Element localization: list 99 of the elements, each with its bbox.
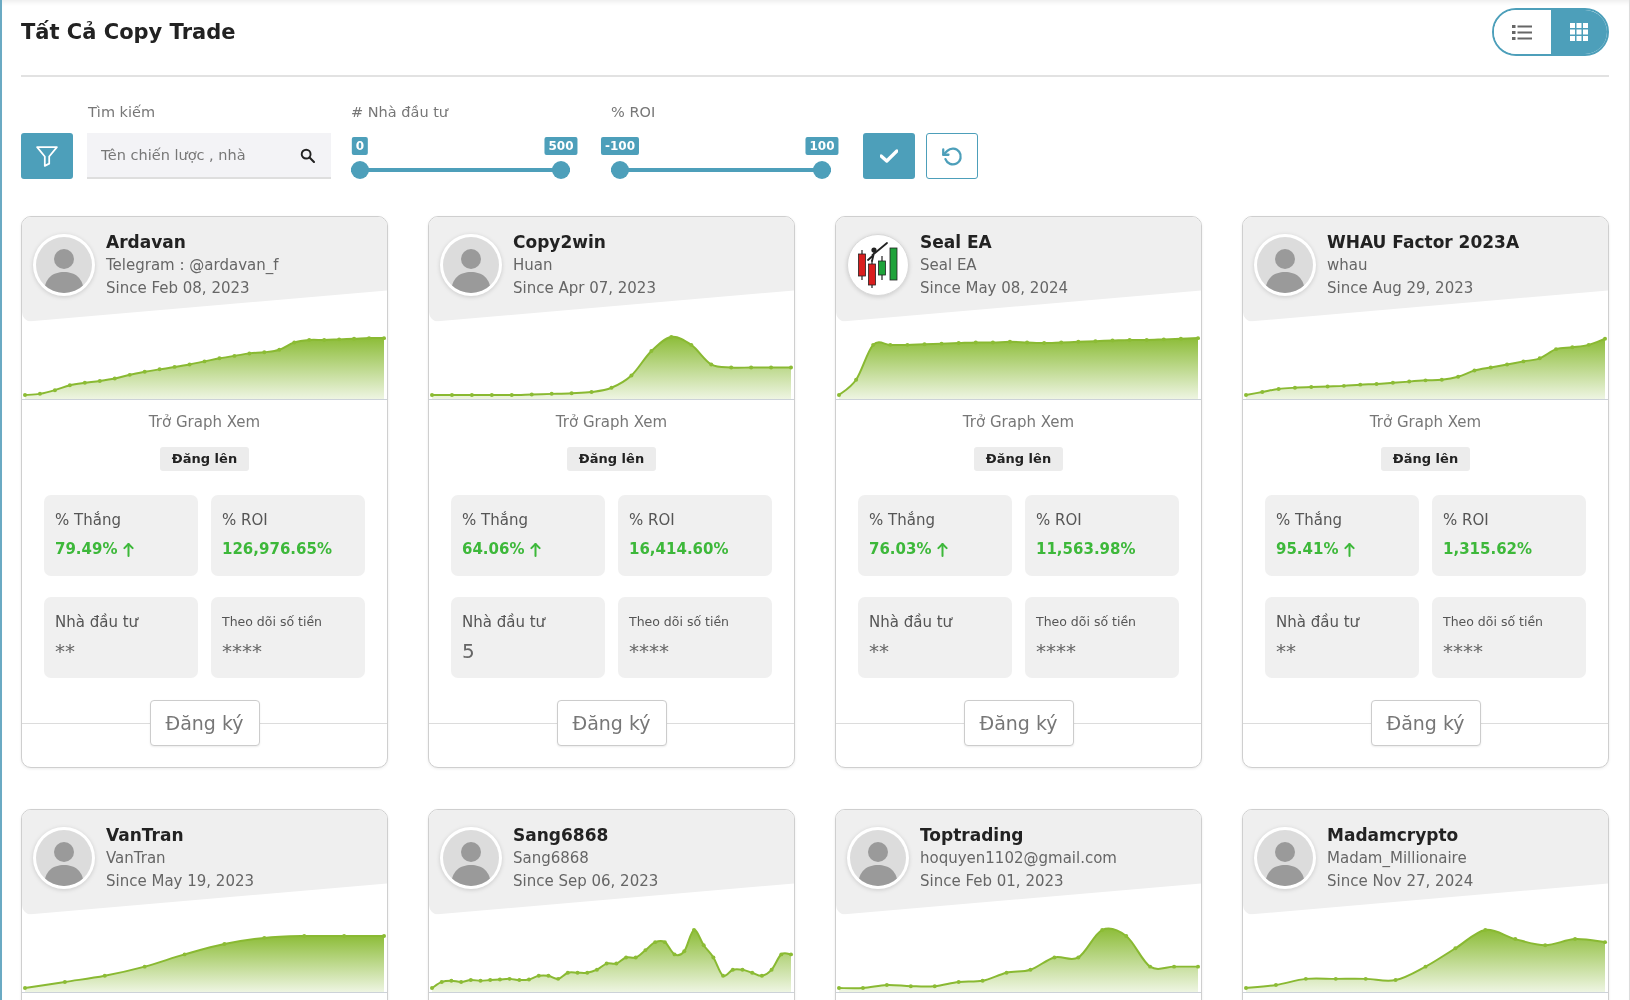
slider-min-value: -100: [601, 137, 639, 155]
trader-handle: Madam_Millionaire: [1327, 848, 1468, 869]
trader-handle: Sang6868: [513, 848, 590, 869]
trader-handle: Huan: [513, 255, 554, 276]
since-date: Since Apr 07, 2023: [513, 278, 656, 299]
stat-label: Nhà đầu tư: [1276, 612, 1360, 633]
subscribe-button[interactable]: Đăng ký: [1370, 700, 1481, 746]
posted-badge: Đăng lên: [566, 447, 657, 471]
user-avatar-icon: [33, 234, 95, 296]
strategy-name: VanTran: [106, 824, 185, 847]
posted-badge: Đăng lên: [1380, 447, 1471, 471]
slider-handle[interactable]: [351, 161, 369, 179]
apply-button[interactable]: [863, 133, 915, 179]
check-icon: [880, 149, 898, 163]
strategy-name: WHAU Factor 2023A: [1327, 231, 1520, 254]
stat-label: Theo dõi số tiền: [222, 613, 323, 631]
slider-max-value: 100: [805, 137, 839, 155]
since-date: Since Aug 29, 2023: [1327, 278, 1475, 299]
graph-caption: Trở Graph Xem: [962, 412, 1075, 433]
subscribe-button[interactable]: Đăng ký: [149, 700, 260, 746]
graph-caption: Trở Graph Xem: [1369, 412, 1482, 433]
subscribe-button[interactable]: Đăng ký: [963, 700, 1074, 746]
stat-value: 79.49%: [55, 540, 118, 558]
user-avatar-icon: [847, 827, 909, 889]
reset-icon: [941, 145, 963, 167]
user-avatar-icon: [440, 234, 502, 296]
slider-handle[interactable]: [552, 161, 570, 179]
candlestick-logo-icon: [847, 234, 909, 296]
slider-handle[interactable]: [813, 161, 831, 179]
stat-value: **: [55, 639, 75, 663]
user-avatar-icon: [1254, 827, 1316, 889]
since-date: Since May 08, 2024: [920, 278, 1068, 299]
stat-label: % ROI: [629, 510, 675, 531]
stat-value: 5: [462, 639, 475, 663]
search-field[interactable]: Tên chiến lược , nhà: [87, 133, 331, 179]
stat-label: Theo dõi số tiền: [1443, 613, 1544, 631]
stat-value: 64.06%: [462, 540, 525, 558]
strategy-name: Copy2win: [513, 231, 607, 254]
grid-view-button[interactable]: [1550, 10, 1607, 54]
strategy-name: Madamcrypto: [1327, 824, 1460, 847]
page-title: Tất Cả Copy Trade: [21, 19, 236, 46]
stat-value: 76.03%: [869, 540, 932, 558]
stat-label: % ROI: [222, 510, 268, 531]
subscribe-button[interactable]: Đăng ký: [556, 700, 667, 746]
stat-value: ****: [1036, 639, 1076, 663]
stat-value: 16,414.60%: [629, 540, 729, 558]
stat-label: Nhà đầu tư: [462, 612, 546, 633]
search-label: Tìm kiếm: [87, 103, 156, 122]
graph-caption: Trở Graph Xem: [148, 412, 261, 433]
stat-label: % Thắng: [55, 510, 121, 531]
slider-label: # Nhà đầu tư: [351, 103, 449, 122]
filter-icon: [36, 145, 58, 167]
grid-icon: [1569, 23, 1588, 41]
strategy-name: Toptrading: [920, 824, 1025, 847]
trader-handle: Seal EA: [920, 255, 978, 276]
since-date: Since Feb 01, 2023: [920, 871, 1065, 892]
trader-handle: whau: [1327, 255, 1369, 276]
graph-caption: Trở Graph Xem: [555, 412, 668, 433]
trader-handle: Telegram : @ardavan_f: [106, 255, 279, 276]
user-avatar-icon: [33, 827, 95, 889]
stat-value: ****: [629, 639, 669, 663]
stat-label: % Thắng: [869, 510, 935, 531]
stat-label: % ROI: [1036, 510, 1082, 531]
stat-value: **: [869, 639, 889, 663]
stat-label: Theo dõi số tiền: [1036, 613, 1137, 631]
filter-button[interactable]: [21, 133, 73, 179]
stat-label: Theo dõi số tiền: [629, 613, 730, 631]
stat-value: 1,315.62%: [1443, 540, 1533, 558]
posted-badge: Đăng lên: [159, 447, 250, 471]
since-date: Since Sep 06, 2023: [513, 871, 659, 892]
user-avatar-icon: [1254, 234, 1316, 296]
since-date: Since May 19, 2023: [106, 871, 254, 892]
trader-handle: hoquyen1102@gmail.com: [920, 848, 1117, 869]
stat-label: % Thắng: [462, 510, 528, 531]
search-icon: [300, 148, 315, 163]
since-date: Since Feb 08, 2023: [106, 278, 251, 299]
reset-button[interactable]: [926, 133, 978, 179]
stat-label: % Thắng: [1276, 510, 1342, 531]
stat-label: Nhà đầu tư: [869, 612, 953, 633]
stat-label: % ROI: [1443, 510, 1489, 531]
stat-value: ****: [222, 639, 262, 663]
strategy-name: Ardavan: [106, 231, 187, 254]
user-avatar-icon: [440, 827, 502, 889]
strategy-name: Sang6868: [513, 824, 610, 847]
stat-value: 11,563.98%: [1036, 540, 1136, 558]
trader-handle: VanTran: [106, 848, 167, 869]
list-icon: [1512, 24, 1533, 40]
since-date: Since Nov 27, 2024: [1327, 871, 1474, 892]
stat-label: Nhà đầu tư: [55, 612, 139, 633]
stat-value: 126,976.65%: [222, 540, 332, 558]
slider-min-value: 0: [351, 137, 369, 155]
stat-value: **: [1276, 639, 1296, 663]
slider-label: % ROI: [611, 103, 656, 122]
posted-badge: Đăng lên: [973, 447, 1064, 471]
slider-max-value: 500: [544, 137, 578, 155]
stat-value: 95.41%: [1276, 540, 1339, 558]
stat-value: ****: [1443, 639, 1483, 663]
slider-handle[interactable]: [611, 161, 629, 179]
strategy-name: Seal EA: [920, 231, 993, 254]
